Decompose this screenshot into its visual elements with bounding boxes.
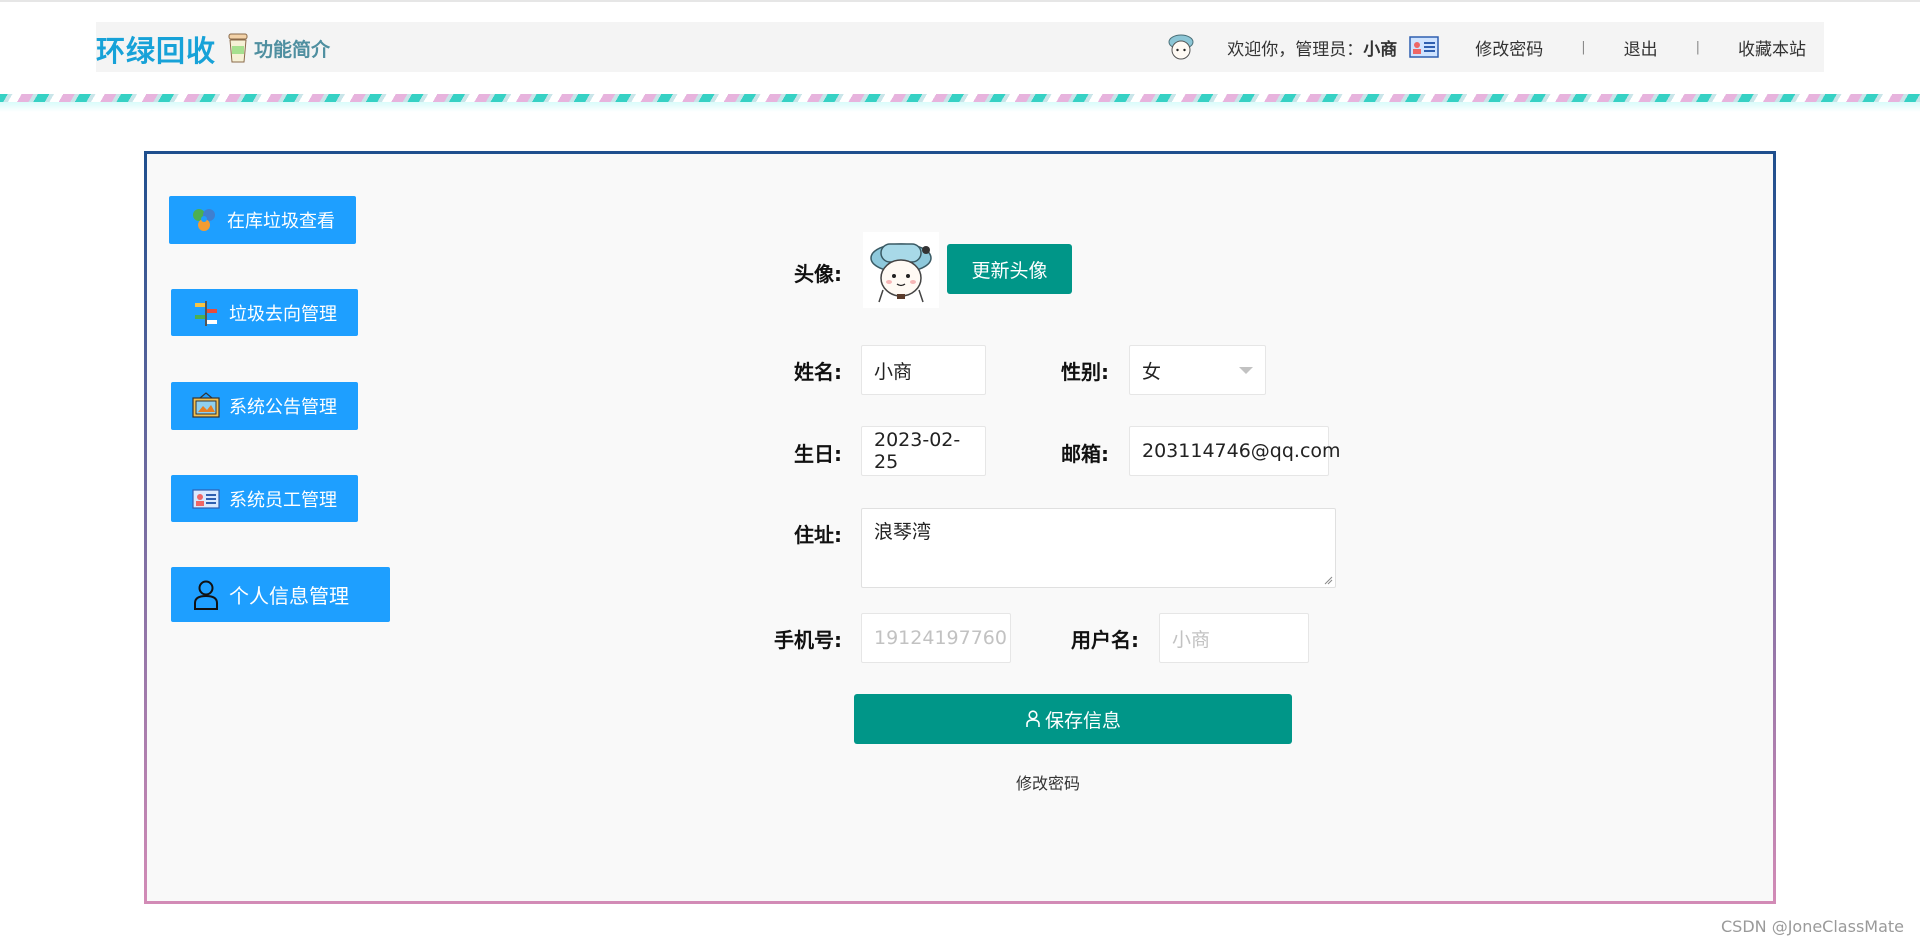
birthday-input[interactable]: 2023-02-25 <box>861 426 986 476</box>
sidebar-item-inventory[interactable]: 在库垃圾查看 <box>169 196 356 244</box>
top-border-line <box>0 0 1920 2</box>
sidebar-item-label: 个人信息管理 <box>229 584 349 608</box>
birthday-label: 生日: <box>794 442 842 466</box>
profile-avatar <box>863 232 939 308</box>
change-password-link[interactable]: 修改密码 <box>1016 770 1080 794</box>
decorative-glow <box>0 102 1920 112</box>
chevron-down-icon <box>1239 367 1253 374</box>
brand-logo[interactable]: 环绿回收 <box>96 28 216 70</box>
gender-label: 性别: <box>1061 360 1109 384</box>
save-button[interactable]: 保存信息 <box>854 694 1292 744</box>
separator: | <box>1581 39 1586 55</box>
header-bar: 环绿回收 功能简介 欢迎你，管理员：小商 修改密码 | 退出 | 收藏本站 <box>96 22 1824 72</box>
update-avatar-button[interactable]: 更新头像 <box>947 244 1072 294</box>
avatar-label: 头像: <box>794 262 842 286</box>
address-textarea[interactable]: 浪琴湾 <box>861 508 1336 588</box>
admin-name: 小商 <box>1363 39 1398 60</box>
intro-link[interactable]: 功能简介 <box>226 32 330 64</box>
recycle-icon <box>193 209 215 231</box>
email-label: 邮箱: <box>1061 442 1109 466</box>
welcome-text: 欢迎你，管理员：小商 <box>1227 39 1398 60</box>
logout-link[interactable]: 退出 <box>1624 35 1658 60</box>
watermark: CSDN @JoneClassMate <box>1720 917 1904 936</box>
signpost-icon <box>195 300 217 326</box>
sidebar-item-profile[interactable]: 个人信息管理 <box>171 567 390 622</box>
username-input[interactable]: 小商 <box>1159 613 1309 663</box>
intro-label: 功能简介 <box>254 38 331 61</box>
save-button-label: 保存信息 <box>1044 709 1121 732</box>
sidebar-item-label: 系统员工管理 <box>229 489 337 511</box>
main-panel: 在库垃圾查看 垃圾去向管理 系统公告管理 系统员工管理 个人信息管理 头像: 更… <box>144 151 1776 904</box>
id-card-icon[interactable] <box>1409 36 1439 58</box>
user-avatar-icon <box>1168 34 1194 60</box>
change-password-link[interactable]: 修改密码 <box>1475 35 1543 60</box>
id-card-icon <box>192 488 220 509</box>
user-area: 欢迎你，管理员：小商 修改密码 | 退出 | 收藏本站 <box>1165 22 1824 72</box>
user-icon <box>194 580 218 610</box>
cup-icon <box>228 33 248 63</box>
phone-input[interactable]: 19124197760 <box>861 613 1011 663</box>
email-input[interactable]: 203114746@qq.com <box>1129 426 1341 476</box>
sidebar-item-label: 在库垃圾查看 <box>227 211 335 232</box>
avatar-image <box>870 243 932 303</box>
decorative-stripe <box>0 94 1920 102</box>
name-label: 姓名: <box>794 360 842 384</box>
sidebar-item-label: 垃圾去向管理 <box>229 303 337 325</box>
sidebar-item-destination[interactable]: 垃圾去向管理 <box>171 289 358 336</box>
resize-handle-icon[interactable] <box>1323 575 1333 585</box>
gender-value: 女 <box>1142 360 1162 383</box>
sidebar-item-staff[interactable]: 系统员工管理 <box>171 475 358 522</box>
sidebar-item-label: 系统公告管理 <box>229 397 337 418</box>
gender-select[interactable]: 女 <box>1129 345 1266 395</box>
bookmark-link[interactable]: 收藏本站 <box>1738 35 1806 60</box>
username-label: 用户名: <box>1071 628 1139 652</box>
sidebar-item-notices[interactable]: 系统公告管理 <box>171 382 358 430</box>
notice-board-icon <box>192 392 220 418</box>
address-value: 浪琴湾 <box>874 521 932 543</box>
user-icon <box>1026 710 1040 727</box>
name-input[interactable]: 小商 <box>861 345 986 395</box>
phone-label: 手机号: <box>774 628 842 652</box>
separator: | <box>1695 39 1700 55</box>
address-label: 住址: <box>794 523 842 547</box>
